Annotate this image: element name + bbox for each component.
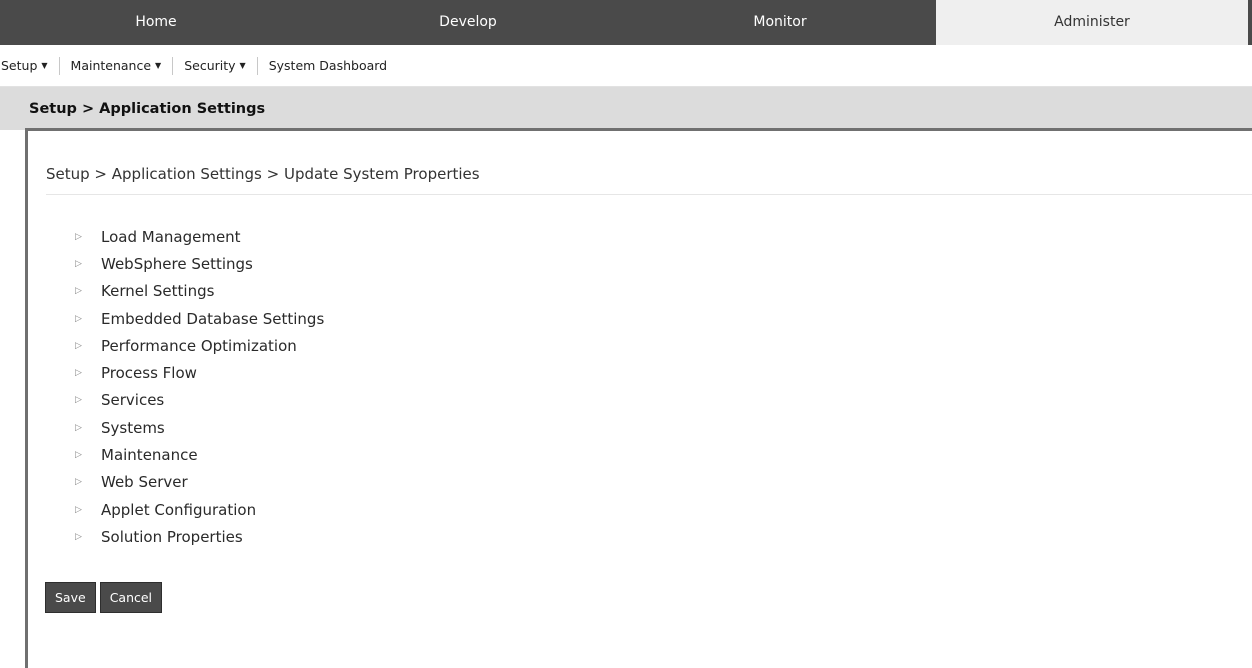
tab-home[interactable]: Home [0,0,312,45]
expand-triangle-icon: ▷ [75,286,82,297]
tree-item-label: Web Server [101,473,188,492]
top-navigation: Home Develop Monitor Administer [0,0,1252,45]
tree-item-process-flow[interactable]: ▷ Process Flow [75,359,1252,386]
menu-setup-label: Setup [1,58,38,73]
expand-triangle-icon: ▷ [75,450,82,461]
tree-item-performance-optimization[interactable]: ▷ Performance Optimization [75,332,1252,359]
menu-system-dashboard[interactable]: System Dashboard [258,57,398,75]
menu-maintenance-label: Maintenance [70,58,152,73]
expand-triangle-icon: ▷ [75,258,82,269]
tree-item-kernel-settings[interactable]: ▷ Kernel Settings [75,278,1252,305]
tree-item-label: Applet Configuration [101,500,257,519]
menu-maintenance[interactable]: Maintenance ▼ [60,56,174,75]
tree-item-label: Embedded Database Settings [101,309,325,328]
tree-item-label: Systems [101,418,165,437]
tree-item-label: Services [101,391,165,410]
caret-down-icon: ▼ [41,61,48,70]
menu-security-label: Security [184,58,236,73]
tree-item-load-management[interactable]: ▷ Load Management [75,223,1252,250]
tree-item-label: Maintenance [101,446,198,465]
expand-triangle-icon: ▷ [75,368,82,379]
save-button[interactable]: Save [45,582,96,613]
tree-item-systems[interactable]: ▷ Systems [75,414,1252,441]
tree-item-label: Performance Optimization [101,336,297,355]
tree-item-label: WebSphere Settings [101,254,253,273]
tree-item-label: Solution Properties [101,527,243,546]
tab-monitor[interactable]: Monitor [624,0,936,45]
expand-triangle-icon: ▷ [75,531,82,542]
tree-item-label: Kernel Settings [101,282,215,301]
tree-item-services[interactable]: ▷ Services [75,387,1252,414]
tree-item-web-server[interactable]: ▷ Web Server [75,469,1252,496]
tab-develop[interactable]: Develop [312,0,624,45]
cancel-button[interactable]: Cancel [99,582,163,613]
tree-item-websphere-settings[interactable]: ▷ WebSphere Settings [75,250,1252,277]
menu-security[interactable]: Security ▼ [173,56,258,75]
menu-setup[interactable]: Setup ▼ [0,56,60,75]
tab-administer[interactable]: Administer [936,0,1248,45]
settings-tree: ▷ Load Management ▷ WebSphere Settings ▷ Ke… [75,223,1252,551]
tree-item-label: Process Flow [101,364,197,383]
breadcrumb: Setup > Application Settings > Update Sy… [46,165,1252,195]
expand-triangle-icon: ▷ [75,395,82,406]
caret-down-icon: ▼ [239,61,246,70]
form-buttons: Save Cancel [45,582,163,613]
caret-down-icon: ▼ [155,61,162,70]
tree-item-maintenance[interactable]: ▷ Maintenance [75,441,1252,468]
expand-triangle-icon: ▷ [75,422,82,433]
page-title: Setup > Application Settings [0,87,1252,130]
expand-triangle-icon: ▷ [75,504,82,515]
expand-triangle-icon: ▷ [75,340,82,351]
expand-triangle-icon: ▷ [75,477,82,488]
tree-item-solution-properties[interactable]: ▷ Solution Properties [75,523,1252,550]
menu-system-dashboard-label: System Dashboard [268,58,388,73]
settings-panel: Setup > Application Settings > Update Sy… [25,128,1252,668]
expand-triangle-icon: ▷ [75,313,82,324]
sub-navigation: Setup ▼ Maintenance ▼ Security ▼ System … [0,45,1252,87]
expand-triangle-icon: ▷ [75,231,82,242]
tree-item-applet-configuration[interactable]: ▷ Applet Configuration [75,496,1252,523]
tree-item-label: Load Management [101,227,241,246]
topnav-spacer [1248,0,1252,45]
tree-item-embedded-database-settings[interactable]: ▷ Embedded Database Settings [75,305,1252,332]
